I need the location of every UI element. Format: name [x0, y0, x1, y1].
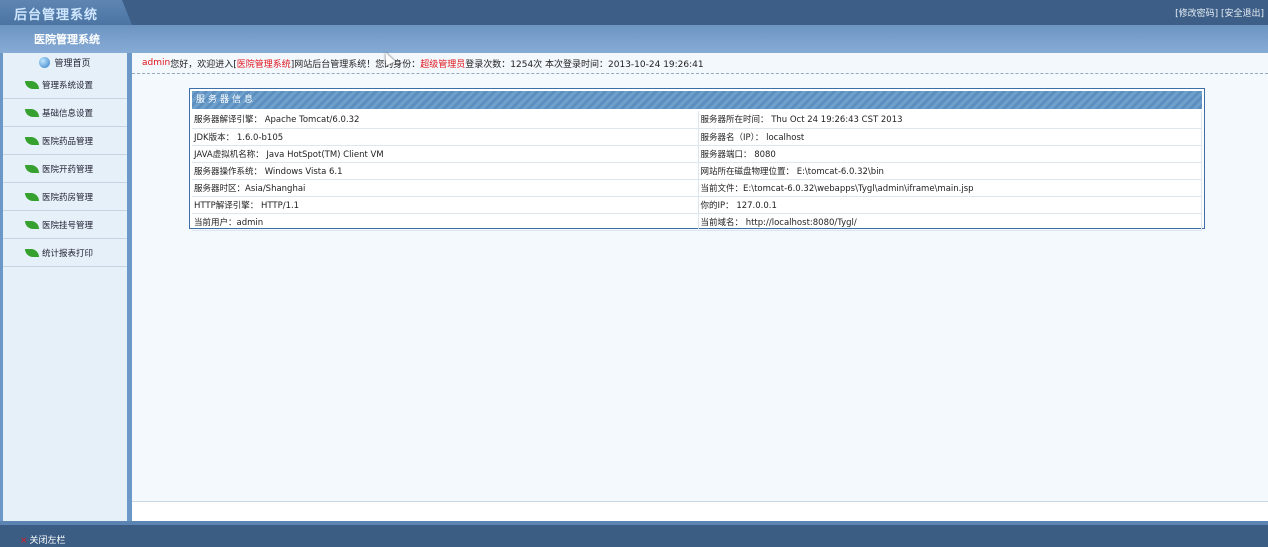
table-row: 服务器时区：Asia/Shanghai 当前文件：E:\tomcat-6.0.3… — [192, 179, 1202, 197]
sidebar-item-label: 医院药品管理 — [42, 136, 94, 147]
leaf-icon — [25, 248, 39, 257]
system-title: 医院管理系统 — [34, 34, 100, 46]
sidebar-item-prescriptions[interactable]: 医院开药管理 — [3, 155, 127, 183]
table-cell: 服务器端口： 8080 — [698, 145, 1202, 163]
sidebar-item-label: 医院挂号管理 — [42, 220, 94, 231]
server-info-table: 服务器解译引擎： Apache Tomcat/6.0.32 服务器所在时间： T… — [192, 111, 1202, 231]
sidebar-item-label: 管理首页 — [54, 58, 91, 69]
table-cell: JAVA虚拟机名称： Java HotSpot(TM) Client VM — [192, 145, 699, 163]
sidebar-item-reports[interactable]: 统计报表打印 — [3, 239, 127, 267]
sidebar-item-label: 管理系统设置 — [42, 80, 94, 91]
sidebar-item-drugs[interactable]: 医院药品管理 — [3, 127, 127, 155]
leaf-icon — [25, 80, 39, 89]
leaf-icon — [25, 220, 39, 229]
logo: 后台管理系统 — [14, 7, 99, 22]
welcome-bar: admin 您好，欢迎进入[ 医院管理系统 ]网站后台管理系统！您的身份： 超级… — [132, 53, 1268, 74]
sidebar-item-label: 医院开药管理 — [42, 164, 94, 175]
welcome-system-name: 医院管理系统 — [236, 59, 291, 70]
welcome-mid: ]网站后台管理系统！您的身份： — [290, 59, 421, 70]
close-icon: × — [20, 536, 28, 546]
leaf-icon — [25, 108, 39, 117]
welcome-greeting: 您好，欢迎进入[ — [170, 59, 237, 70]
top-links: [修改密码] [安全退出] — [1175, 6, 1264, 19]
table-row: JDK版本： 1.6.0-b105 服务器名（IP）： localhost — [192, 128, 1202, 146]
main-bottom-strip — [132, 501, 1268, 521]
close-sidebar-button[interactable]: × 关闭左栏 — [20, 533, 66, 546]
logo-tab: 后台管理系统 — [0, 0, 132, 25]
table-cell: 服务器操作系统： Windows Vista 6.1 — [192, 162, 699, 180]
table-row: 服务器解译引擎： Apache Tomcat/6.0.32 服务器所在时间： T… — [192, 111, 1202, 129]
sidebar-menu: 管理首页 管理系统设置 基础信息设置 医院药品管理 医院开药管理 医院药房管理 … — [0, 53, 132, 521]
logout-link[interactable]: [安全退出] — [1221, 9, 1264, 19]
sidebar-item-basic-info[interactable]: 基础信息设置 — [3, 99, 127, 127]
table-cell: 当前文件：E:\tomcat-6.0.32\webapps\Tygl\admin… — [698, 179, 1202, 197]
welcome-login-info: 登录次数：1254次 本次登录时间：2013-10-24 19:26:41 — [465, 59, 704, 70]
content-area: 服务器信息 服务器解译引擎： Apache Tomcat/6.0.32 服务器所… — [132, 74, 1268, 501]
table-cell: 你的IP： 127.0.0.1 — [698, 196, 1202, 214]
sidebar-item-pharmacy[interactable]: 医院药房管理 — [3, 183, 127, 211]
table-cell: HTTP解译引擎： HTTP/1.1 — [192, 196, 699, 214]
table-cell: 当前用户：admin — [192, 213, 699, 231]
server-info-title: 服务器信息 — [192, 91, 1202, 109]
system-title-bar: 医院管理系统 — [0, 25, 1268, 53]
table-cell: 网站所在磁盘物理位置： E:\tomcat-6.0.32\bin — [698, 162, 1202, 180]
table-cell: 服务器解译引擎： Apache Tomcat/6.0.32 — [192, 111, 699, 129]
sidebar-item-label: 统计报表打印 — [42, 248, 94, 259]
table-cell: 服务器时区：Asia/Shanghai — [192, 179, 699, 197]
table-cell: 服务器名（IP）： localhost — [698, 128, 1202, 146]
footer-bar: × 关闭左栏 — [0, 521, 1268, 547]
change-password-link[interactable]: [修改密码] — [1175, 9, 1218, 19]
table-row: JAVA虚拟机名称： Java HotSpot(TM) Client VM 服务… — [192, 145, 1202, 163]
table-cell: 服务器所在时间： Thu Oct 24 19:26:43 CST 2013 — [698, 111, 1202, 129]
table-row: 当前用户：admin 当前域名： http://localhost:8080/T… — [192, 213, 1202, 231]
sidebar-item-label: 基础信息设置 — [42, 108, 94, 119]
table-row: HTTP解译引擎： HTTP/1.1 你的IP： 127.0.0.1 — [192, 196, 1202, 214]
sidebar-item-home[interactable]: 管理首页 — [3, 53, 127, 71]
leaf-icon — [25, 192, 39, 201]
top-header: 后台管理系统 [修改密码] [安全退出] — [0, 0, 1268, 25]
table-cell: 当前域名： http://localhost:8080/Tygl/ — [698, 213, 1202, 231]
table-cell: JDK版本： 1.6.0-b105 — [192, 128, 699, 146]
sidebar-item-registration[interactable]: 医院挂号管理 — [3, 211, 127, 239]
table-row: 服务器操作系统： Windows Vista 6.1 网站所在磁盘物理位置： E… — [192, 162, 1202, 180]
welcome-role: 超级管理员 — [420, 59, 466, 70]
sidebar-item-system-settings[interactable]: 管理系统设置 — [3, 71, 127, 99]
leaf-icon — [25, 136, 39, 145]
welcome-user: admin — [142, 58, 171, 68]
close-sidebar-label: 关闭左栏 — [29, 536, 66, 546]
server-info-panel: 服务器信息 服务器解译引擎： Apache Tomcat/6.0.32 服务器所… — [189, 88, 1205, 231]
main-frame: admin 您好，欢迎进入[ 医院管理系统 ]网站后台管理系统！您的身份： 超级… — [132, 53, 1268, 521]
leaf-icon — [25, 164, 39, 173]
globe-icon — [39, 56, 51, 68]
sidebar-item-label: 医院药房管理 — [42, 192, 94, 203]
